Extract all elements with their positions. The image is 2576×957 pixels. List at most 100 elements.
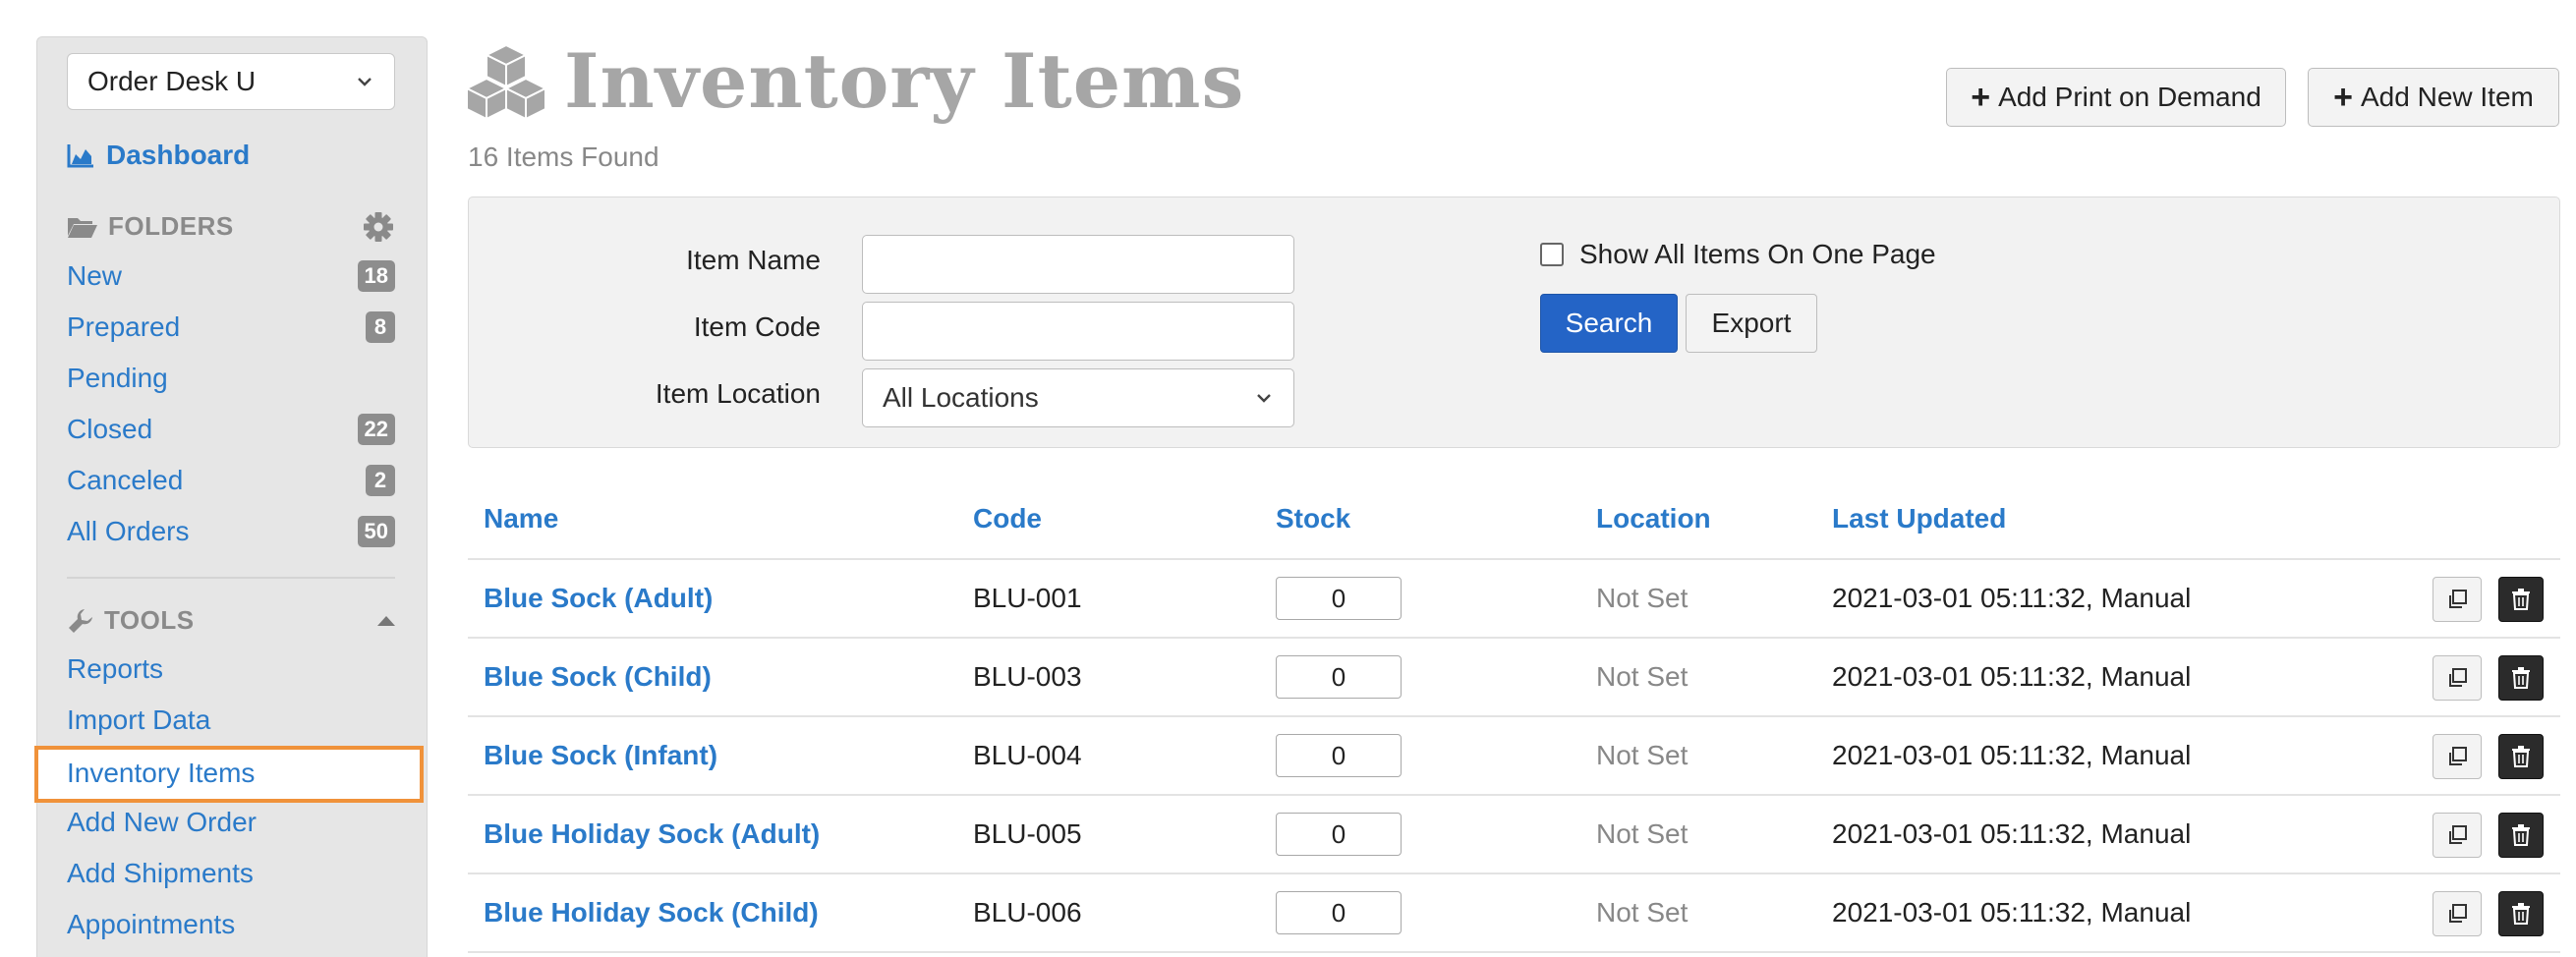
item-code: BLU-003 [973,661,1082,692]
delete-button[interactable] [2498,655,2544,701]
copy-button[interactable] [2433,655,2482,701]
items-found-count: 16 Items Found [468,141,659,172]
copy-button[interactable] [2433,577,2482,622]
count-badge: 50 [357,516,395,547]
item-name-link[interactable]: Blue Holiday Sock (Adult) [484,795,820,873]
count-badge: 8 [366,311,395,343]
tool-item-label: Add Shipments [67,858,254,888]
item-last-updated: 2021-03-01 05:11:32, Manual [1832,740,2192,770]
column-header-stock[interactable]: Stock [1276,503,1350,535]
column-header-code[interactable]: Code [973,503,1042,535]
tool-item-reports[interactable]: Reports [67,647,395,691]
delete-button[interactable] [2498,891,2544,936]
show-all-label: Show All Items On One Page [1579,239,1936,269]
item-name-label: Item Name [686,245,821,275]
stock-input[interactable]: 0 [1276,577,1402,620]
dashboard-link[interactable]: Dashboard [67,140,250,171]
stock-input[interactable]: 0 [1276,655,1402,699]
item-name-link[interactable]: Blue Sock (Child) [484,638,712,716]
plus-icon: + [1971,79,1991,116]
delete-button[interactable] [2498,813,2544,858]
tool-item-import-data[interactable]: Import Data [67,699,395,742]
add-new-item-button[interactable]: + Add New Item [2308,68,2559,127]
delete-button[interactable] [2498,577,2544,622]
copy-icon [2449,590,2467,608]
copy-icon [2449,904,2467,923]
folder-item-all-orders[interactable]: All Orders 50 [67,510,395,553]
stock-input[interactable]: 0 [1276,891,1402,934]
collapse-caret-icon[interactable] [377,616,395,626]
folder-item-label: Prepared [67,311,181,342]
table-row: Blue Sock (Child) BLU-003 0 Not Set 2021… [468,638,2560,716]
area-chart-icon [67,144,93,168]
item-location: Not Set [1596,661,1689,692]
sidebar-divider [67,577,395,579]
export-button[interactable]: Export [1686,294,1817,353]
folder-open-icon [68,217,97,238]
copy-button[interactable] [2433,891,2482,936]
folder-item-new[interactable]: New 18 [67,254,395,298]
item-last-updated: 2021-03-01 05:11:32, Manual [1832,818,2192,849]
item-location: Not Set [1596,897,1689,928]
tool-item-add-shipments[interactable]: Add Shipments [67,852,395,895]
folder-item-label: Closed [67,414,153,444]
item-location: Not Set [1596,583,1689,613]
column-header-name[interactable]: Name [484,503,558,535]
trash-icon [2512,746,2530,767]
store-select[interactable]: Order Desk U [67,53,395,110]
tools-heading[interactable]: TOOLS [67,605,195,636]
tool-item-label: Reports [67,653,164,684]
column-header-location[interactable]: Location [1596,503,1711,535]
row-divider [468,951,2560,953]
store-select-value: Order Desk U [87,66,257,96]
folder-item-closed[interactable]: Closed 22 [67,408,395,451]
stock-input[interactable]: 0 [1276,734,1402,777]
page-header: Inventory Items [466,37,1244,125]
folder-item-pending[interactable]: Pending [67,357,395,400]
folder-item-label: Canceled [67,465,184,495]
copy-icon [2449,668,2467,687]
gear-icon[interactable] [362,210,395,244]
item-name-link[interactable]: Blue Holiday Sock (Child) [484,873,819,952]
folders-heading-label: FOLDERS [108,211,234,241]
tool-item-appointments[interactable]: Appointments [67,903,395,946]
item-code: BLU-001 [973,583,1082,613]
tool-item-label: Appointments [67,909,236,939]
copy-button[interactable] [2433,813,2482,858]
folder-item-canceled[interactable]: Canceled 2 [67,459,395,502]
trash-icon [2512,667,2530,689]
show-all-checkbox[interactable] [1540,243,1564,266]
item-name-input[interactable] [862,235,1294,294]
item-name-link[interactable]: Blue Sock (Infant) [484,716,717,795]
chevron-down-icon [358,78,372,86]
filter-panel: Item Name Item Code Item Location All Lo… [468,197,2560,448]
tool-item-label: Import Data [67,704,211,735]
copy-button[interactable] [2433,734,2482,779]
item-location: Not Set [1596,740,1689,770]
column-header-last-updated[interactable]: Last Updated [1832,503,2006,535]
copy-icon [2449,747,2467,765]
item-last-updated: 2021-03-01 05:11:32, Manual [1832,897,2192,928]
cubes-icon [466,43,546,120]
folder-item-label: Pending [67,363,168,393]
add-new-item-label: Add New Item [2361,82,2534,112]
tool-item-label: Inventory Items [67,758,256,788]
search-button[interactable]: Search [1540,294,1678,353]
item-name-link[interactable]: Blue Sock (Adult) [484,559,713,638]
trash-icon [2512,824,2530,846]
copy-icon [2449,825,2467,844]
tool-item-inventory-items[interactable]: Inventory Items [67,752,395,795]
tool-item-add-new-order[interactable]: Add New Order [67,801,395,844]
item-location-select[interactable]: All Locations [862,368,1294,427]
folder-item-prepared[interactable]: Prepared 8 [67,306,395,349]
delete-button[interactable] [2498,734,2544,779]
wrench-icon [69,608,92,633]
item-code-input[interactable] [862,302,1294,361]
tool-item-label: Add New Order [67,807,257,837]
add-print-on-demand-button[interactable]: + Add Print on Demand [1946,68,2286,127]
item-code: BLU-004 [973,740,1082,770]
tools-heading-label: TOOLS [104,605,195,635]
folders-heading: FOLDERS [67,211,234,242]
stock-input[interactable]: 0 [1276,813,1402,856]
count-badge: 18 [357,260,395,292]
